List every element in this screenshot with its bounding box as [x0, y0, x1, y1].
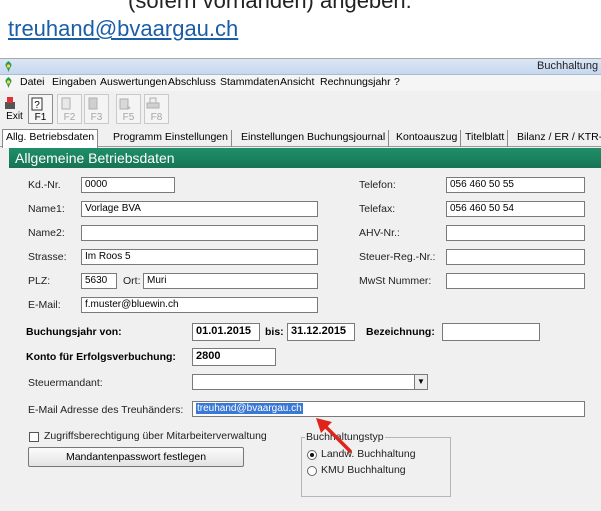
ahv-field[interactable] [446, 225, 585, 241]
ahv-label: AHV-Nr.: [359, 227, 400, 239]
zugriff-checkbox[interactable] [29, 432, 39, 442]
svg-text:?: ? [34, 100, 40, 111]
steuer-reg-label: Steuer-Reg.-Nr.: [359, 251, 436, 263]
cut-off-text: (sofern vorhanden) angeben: [128, 0, 412, 13]
exit-button[interactable]: Exit [2, 94, 27, 124]
buchungsjahr-von-field[interactable]: 01.01.2015 [192, 323, 260, 341]
menu-rechnungsjahr[interactable]: Rechnungsjahr [320, 76, 391, 88]
radio-kmu-label: KMU Buchhaltung [321, 464, 406, 476]
steuermandant-label: Steuermandant: [28, 377, 103, 389]
f1-label: F1 [34, 112, 47, 123]
menu-abschluss[interactable]: Abschluss [168, 76, 216, 88]
exit-label: Exit [6, 111, 23, 122]
buchungsjahr-von-label: Buchungsjahr von: [26, 326, 122, 338]
tab-allg-betriebsdaten[interactable]: Allg. Betriebsdaten [2, 129, 99, 148]
f5-button[interactable]: F5 [116, 94, 141, 124]
telefax-label: Telefax: [359, 203, 396, 215]
title-bar: Buchhaltung [0, 59, 601, 75]
help-icon: ? [31, 97, 43, 111]
f8-label: F8 [150, 112, 163, 123]
konto-label: Konto für Erfolgsverbuchung: [26, 351, 176, 363]
ort-label: Ort: [123, 275, 141, 287]
radio-kmu[interactable] [307, 466, 317, 476]
konto-field[interactable]: 2800 [192, 348, 276, 366]
tab-einstellungen-buchungsjournal[interactable]: Einstellungen Buchungsjournal [238, 130, 390, 147]
f3-label: F3 [90, 112, 103, 123]
tab-kontoauszug[interactable]: Kontoauszug [393, 130, 462, 147]
mwst-field[interactable] [446, 273, 585, 289]
bezeichnung-field[interactable] [442, 323, 540, 341]
bezeichnung-label: Bezeichnung: [366, 326, 435, 338]
strasse-field[interactable]: Im Roos 5 [81, 249, 318, 265]
ort-field[interactable]: Muri [143, 273, 318, 289]
treuhand-email-label: E-Mail Adresse des Treuhänders: [28, 404, 184, 416]
steuermandant-select[interactable]: ▼ [192, 374, 428, 390]
document-icon [61, 97, 71, 110]
tab-titelblatt[interactable]: Titelblatt [462, 130, 509, 147]
treuhand-email-value: treuhand@bvaargau.ch [196, 403, 303, 414]
buchungsjahr-bis-field[interactable]: 31.12.2015 [287, 323, 355, 341]
menu-eingaben[interactable]: Eingaben [52, 76, 96, 88]
dropdown-arrow-icon[interactable]: ▼ [414, 375, 427, 389]
tab-strip: Allg. Betriebsdaten Programm Einstellung… [0, 129, 601, 148]
mandantenpasswort-button[interactable]: Mandantenpasswort festlegen [28, 447, 244, 467]
section-title: Allgemeine Betriebsdaten [9, 148, 601, 168]
name2-label: Name2: [28, 227, 65, 239]
zugriff-label: Zugriffsberechtigung über Mitarbeiterver… [44, 430, 267, 442]
app-menu-icon[interactable] [2, 76, 15, 89]
app-window: Buchhaltung Datei Eingaben Auswertungen … [0, 58, 601, 511]
kdnr-label: Kd.-Nr. [28, 179, 61, 191]
tab-bilanz-er-ktr[interactable]: Bilanz / ER / KTR-A [514, 130, 601, 147]
f8-button[interactable]: F8 [144, 94, 169, 124]
f3-button[interactable]: F3 [84, 94, 109, 124]
document-icon [88, 97, 98, 110]
menu-stammdaten[interactable]: Stammdaten [220, 76, 280, 88]
menu-ansicht[interactable]: Ansicht [280, 76, 314, 88]
document-excerpt: (sofern vorhanden) angeben: treuhand@bva… [8, 0, 598, 56]
strasse-label: Strasse: [28, 251, 67, 263]
bis-label: bis: [265, 326, 284, 338]
telefon-label: Telefon: [359, 179, 396, 191]
buchhaltungstyp-title: Buchhaltungstyp [305, 431, 385, 443]
printer-icon [146, 97, 160, 109]
exit-icon [5, 97, 15, 109]
steuer-reg-field[interactable] [446, 249, 585, 265]
f1-help-button[interactable]: ? F1 [28, 94, 53, 124]
treuhand-email-field[interactable]: treuhand@bvaargau.ch [192, 401, 585, 417]
toolbar: Exit ? F1 F2 F3 F5 F8 [0, 92, 601, 125]
email-field[interactable]: f.muster@bluewin.ch [81, 297, 318, 313]
name2-field[interactable] [81, 225, 318, 241]
name1-field[interactable]: Vorlage BVA [81, 201, 318, 217]
window-title: Buchhaltung [537, 60, 599, 72]
f5-label: F5 [122, 112, 135, 123]
app-icon [5, 61, 12, 72]
menu-bar: Datei Eingaben Auswertungen Abschluss St… [0, 75, 601, 91]
export-icon [119, 98, 131, 110]
plz-field[interactable]: 5630 [81, 273, 117, 289]
radio-landw[interactable] [307, 450, 317, 460]
f2-button[interactable]: F2 [57, 94, 82, 124]
menu-help[interactable]: ? [394, 76, 400, 88]
mwst-label: MwSt Nummer: [359, 275, 432, 287]
menu-auswertungen[interactable]: Auswertungen [100, 76, 167, 88]
f2-label: F2 [63, 112, 76, 123]
settings-panel: Allgemeine Betriebsdaten Kd.-Nr. 0000 Na… [9, 148, 601, 511]
kdnr-field[interactable]: 0000 [81, 177, 175, 193]
tab-programm-einstellungen[interactable]: Programm Einstellungen [110, 130, 232, 147]
menu-datei[interactable]: Datei [20, 76, 45, 88]
plz-label: PLZ: [28, 275, 51, 287]
telefax-field[interactable]: 056 460 50 54 [446, 201, 585, 217]
email-label: E-Mail: [28, 299, 61, 311]
radio-landw-label: Landw. Buchhaltung [321, 448, 416, 460]
name1-label: Name1: [28, 203, 65, 215]
telefon-field[interactable]: 056 460 50 55 [446, 177, 585, 193]
email-link[interactable]: treuhand@bvaargau.ch [8, 16, 238, 42]
